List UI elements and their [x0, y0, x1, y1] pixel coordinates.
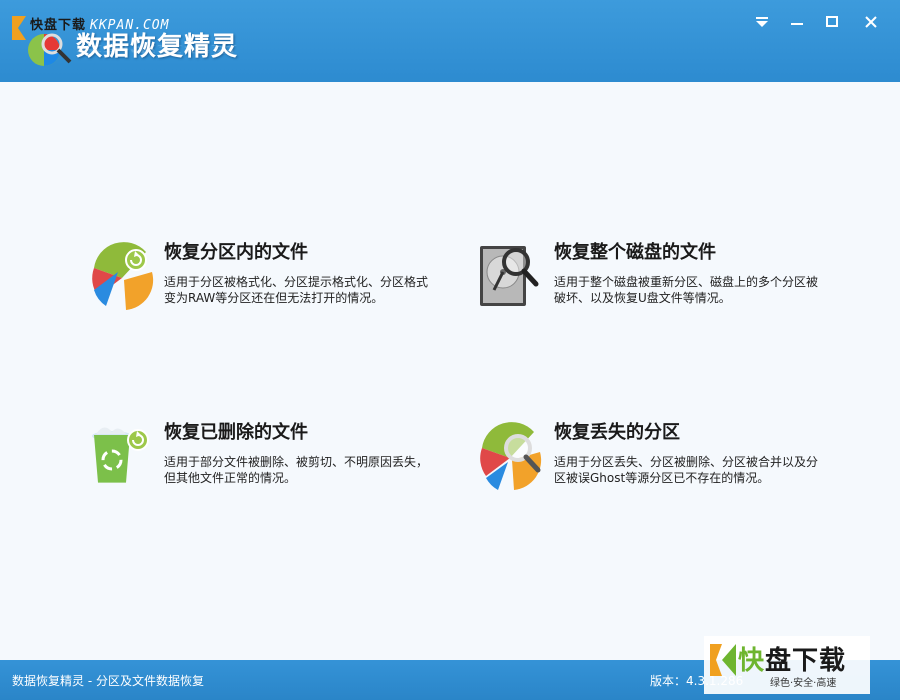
status-text: 数据恢复精灵 - 分区及文件数据恢复 — [12, 674, 204, 688]
recover-lost-partitions-option[interactable]: 恢复丢失的分区 适用于分区丢失、分区被删除、分区被合并以及分区被误Ghost等源… — [476, 418, 818, 508]
card-title: 恢复已删除的文件 — [164, 422, 308, 443]
close-icon — [865, 16, 877, 28]
pie-chart-refresh-icon — [92, 242, 154, 310]
recover-deleted-files-option[interactable]: 恢复已删除的文件 适用于部分文件被删除、被剪切、不明原因丢失，但其他文件正常的情… — [86, 418, 428, 508]
brand-slogan: 绿色·安全·高速 — [770, 678, 837, 689]
brand-name: 快盘下载 — [738, 640, 846, 677]
card-description: 适用于分区被格式化、分区提示格式化、分区格式变为RAW等分区还在但无法打开的情况… — [164, 275, 429, 305]
recover-partition-files-option[interactable]: 恢复分区内的文件 适用于分区被格式化、分区提示格式化、分区格式变为RAW等分区还… — [86, 238, 428, 328]
card-description: 适用于分区丢失、分区被删除、分区被合并以及分区被误Ghost等源分区已不存在的情… — [554, 455, 819, 485]
card-description: 适用于整个磁盘被重新分区、磁盘上的多个分区被破坏、以及恢复U盘文件等情况。 — [554, 275, 819, 305]
app-title-reflection: 数据恢复精灵 — [76, 43, 239, 54]
brand-rest: 盘下载 — [765, 646, 847, 676]
brand-fast: 快 — [738, 646, 766, 676]
minimize-icon — [791, 23, 803, 25]
pie-chart-magnifier-icon — [480, 422, 542, 490]
maximize-button[interactable] — [820, 10, 844, 34]
card-title: 恢复丢失的分区 — [554, 422, 680, 443]
title-bar[interactable]: 快盘下载 KKPAN.COM 数据恢复精灵 数据恢复精灵 — [0, 0, 900, 82]
recover-disk-files-option[interactable]: 恢复整个磁盘的文件 适用于整个磁盘被重新分区、磁盘上的多个分区被破坏、以及恢复U… — [476, 238, 818, 328]
maximize-icon — [826, 16, 838, 27]
main-panel: 恢复分区内的文件 适用于分区被格式化、分区提示格式化、分区格式变为RAW等分区还… — [0, 82, 900, 660]
close-button[interactable] — [859, 10, 883, 34]
hard-disk-magnifier-icon — [480, 246, 539, 306]
card-title: 恢复整个磁盘的文件 — [554, 242, 716, 263]
brand-badge: 快盘下载 绿色·安全·高速 — [704, 636, 870, 694]
brand-k-logo-icon — [710, 644, 736, 676]
card-title: 恢复分区内的文件 — [164, 242, 308, 263]
menu-button[interactable] — [750, 10, 774, 34]
card-description: 适用于部分文件被删除、被剪切、不明原因丢失，但其他文件正常的情况。 — [164, 455, 429, 485]
minimize-button[interactable] — [785, 10, 809, 34]
dropdown-menu-icon — [756, 17, 768, 27]
recycle-bin-icon — [92, 427, 149, 483]
